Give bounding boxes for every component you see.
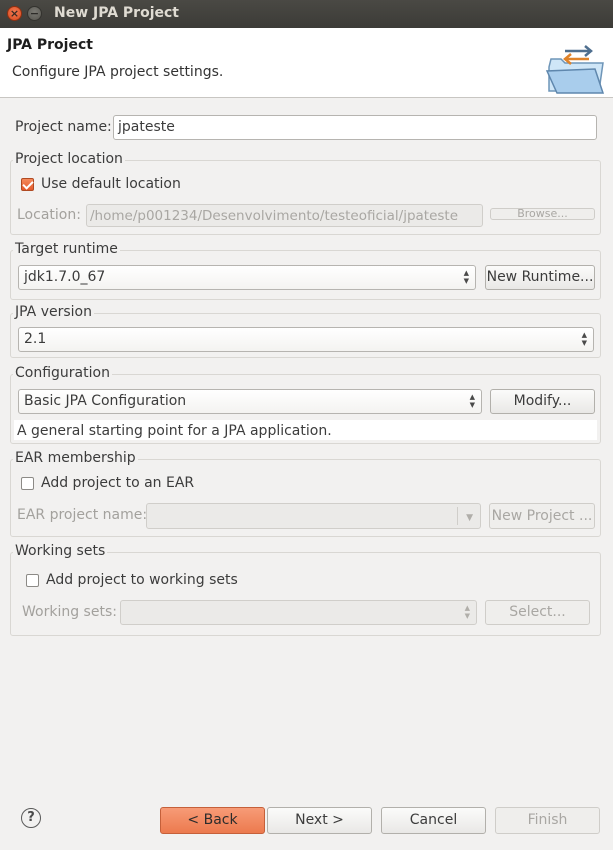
folder-swap-icon <box>545 45 605 94</box>
add-to-working-sets-label: Add project to working sets <box>46 572 238 588</box>
select-arrows-icon: ▲ ▼ <box>469 393 475 409</box>
next-button[interactable]: Next > <box>267 807 372 834</box>
working-sets-select[interactable]: ▲ ▼ <box>120 600 477 625</box>
page-title: JPA Project <box>7 37 93 53</box>
modify-button[interactable]: Modify... <box>490 389 595 414</box>
back-button[interactable]: < Back <box>160 807 265 834</box>
target-runtime-title: Target runtime <box>13 241 120 257</box>
select-working-sets-button[interactable]: Select... <box>485 600 590 625</box>
jpa-version-value: 2.1 <box>24 331 47 347</box>
add-to-working-sets-checkbox[interactable] <box>26 574 39 587</box>
close-window-button[interactable]: × <box>7 6 22 21</box>
working-sets-title: Working sets <box>13 543 108 559</box>
select-arrows-icon: ▲ ▼ <box>464 604 470 620</box>
window-titlebar: × − New JPA Project <box>0 0 613 28</box>
target-runtime-select[interactable]: jdk1.7.0_67 ▲ ▼ <box>18 265 476 290</box>
target-runtime-value: jdk1.7.0_67 <box>24 269 106 285</box>
new-ear-project-button[interactable]: New Project ... <box>489 503 595 529</box>
minimize-window-button[interactable]: − <box>27 6 42 21</box>
project-location-title: Project location <box>13 151 125 167</box>
add-to-ear-label: Add project to an EAR <box>41 475 195 491</box>
location-label: Location: <box>17 207 81 223</box>
dropdown-arrow-icon: ▼ <box>466 513 473 523</box>
help-icon[interactable]: ? <box>21 808 41 828</box>
ear-project-name-select[interactable]: ▼ <box>146 503 481 529</box>
dropdown-separator <box>457 507 458 525</box>
working-sets-label: Working sets: <box>22 604 117 620</box>
minimize-icon: − <box>29 7 40 20</box>
select-arrows-icon: ▲ ▼ <box>581 331 587 347</box>
configuration-description: A general starting point for a JPA appli… <box>14 420 597 440</box>
jpa-version-select[interactable]: 2.1 ▲ ▼ <box>18 327 594 352</box>
close-icon: × <box>9 7 20 20</box>
location-input[interactable]: /home/p001234/Desenvolvimento/testeofici… <box>86 204 483 227</box>
jpa-version-title: JPA version <box>13 304 94 320</box>
select-arrows-icon: ▲ ▼ <box>463 269 469 285</box>
ear-membership-title: EAR membership <box>13 450 138 466</box>
configuration-title: Configuration <box>13 365 112 381</box>
project-name-label: Project name: <box>15 119 112 135</box>
ear-project-name-label: EAR project name: <box>17 507 148 523</box>
use-default-location-label: Use default location <box>41 176 181 192</box>
wizard-header: JPA Project Configure JPA project settin… <box>0 28 613 98</box>
cancel-button[interactable]: Cancel <box>381 807 486 834</box>
new-runtime-button[interactable]: New Runtime... <box>485 265 595 290</box>
configuration-select[interactable]: Basic JPA Configuration ▲ ▼ <box>18 389 482 414</box>
window-title: New JPA Project <box>54 5 179 21</box>
page-description: Configure JPA project settings. <box>12 64 224 80</box>
add-to-ear-checkbox[interactable] <box>21 477 34 490</box>
finish-button[interactable]: Finish <box>495 807 600 834</box>
use-default-location-checkbox[interactable] <box>21 178 34 191</box>
project-name-input[interactable]: jpateste <box>113 115 597 140</box>
configuration-value: Basic JPA Configuration <box>24 393 187 409</box>
browse-button[interactable]: Browse... <box>490 208 595 220</box>
